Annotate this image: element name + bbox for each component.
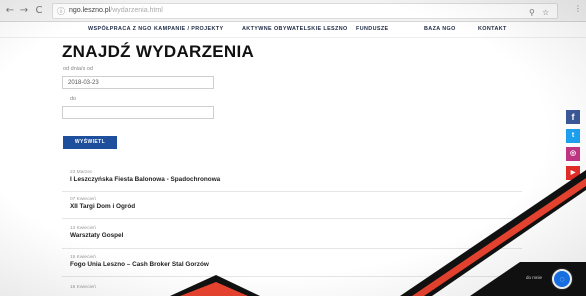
nav-item-kontakt[interactable]: KONTAKT [478, 26, 507, 32]
nav-item-kampanie[interactable]: KAMPANIE / PROJEKTY [154, 26, 224, 32]
browser-menu-icon[interactable]: ⋮ [574, 4, 582, 13]
divider [62, 248, 522, 249]
divider [62, 218, 522, 219]
event-title[interactable]: I Leszczyńska Fiesta Balonowa - Spadochr… [70, 176, 490, 183]
show-button[interactable]: WYŚWIETL [63, 136, 117, 149]
divider [62, 191, 522, 192]
twitter-icon[interactable]: t [566, 129, 580, 143]
event-item[interactable]: 15 Kwiecień [70, 285, 490, 290]
event-title[interactable]: XII Targi Dom i Ogród [70, 203, 490, 210]
event-date: 15 Kwiecień [70, 255, 96, 260]
reload-icon[interactable]: C [33, 5, 45, 17]
event-title[interactable]: Fogo Unia Leszno – Cash Broker Stal Gorz… [70, 261, 490, 268]
site-navigation: WSPÓŁPRACA Z NGO KAMPANIE / PROJEKTY AKT… [0, 22, 586, 38]
bookmark-star-icon[interactable]: ☆ [542, 8, 549, 17]
site-info-icon[interactable]: ⓘ [57, 6, 65, 17]
chat-label[interactable]: do mnie [526, 275, 542, 280]
event-date: 15 Kwiecień [70, 285, 96, 290]
date-from-label: od dnia/s od [63, 66, 93, 72]
instagram-icon[interactable]: ◎ [566, 147, 580, 161]
divider [62, 276, 522, 277]
date-to-field[interactable] [62, 106, 214, 119]
nav-item-wspolpraca[interactable]: WSPÓŁPRACA Z NGO [88, 26, 152, 32]
facebook-icon[interactable]: f [566, 110, 580, 124]
event-item[interactable]: 15 Kwiecień Fogo Unia Leszno – Cash Brok… [70, 255, 490, 268]
event-item[interactable]: 07 Kwiecień XII Targi Dom i Ogród [70, 197, 490, 210]
browser-toolbar: ← → C ⓘ ngo.leszno.pl/wydarzenia.html ⚲ … [0, 0, 586, 22]
youtube-icon[interactable]: ▶ [566, 166, 580, 180]
page-title: ZNAJDŹ WYDARZENIA [62, 42, 255, 61]
event-date: 23 Marzec [70, 170, 93, 175]
messenger-chat-icon[interactable]: ◌ [552, 269, 572, 289]
back-icon[interactable]: ← [4, 5, 16, 17]
zoom-icon[interactable]: ⚲ [529, 8, 535, 17]
url-domain: ngo.leszno.pl [69, 7, 111, 14]
event-date: 13 Kwiecień [70, 226, 96, 231]
date-to-label: do [70, 96, 77, 102]
event-item[interactable]: 13 Kwiecień Warsztaty Gospel [70, 226, 490, 239]
date-from-field[interactable]: 2018-03-23 [62, 76, 214, 89]
nav-item-aktywne-leszno[interactable]: AKTYWNE OBYWATELSKIE LESZNO [242, 26, 348, 32]
event-title[interactable]: Warsztaty Gospel [70, 232, 490, 239]
event-item[interactable]: 23 Marzec I Leszczyńska Fiesta Balonowa … [70, 170, 490, 183]
event-date: 07 Kwiecień [70, 197, 96, 202]
forward-icon[interactable]: → [18, 5, 30, 17]
nav-item-baza-ngo[interactable]: BAZA NGO [424, 26, 456, 32]
url-path: /wydarzenia.html [110, 7, 163, 14]
nav-item-fundusze[interactable]: FUNDUSZE [356, 26, 389, 32]
address-bar[interactable]: ⓘ ngo.leszno.pl/wydarzenia.html ⚲ ☆ [52, 3, 558, 19]
url-text[interactable]: ngo.leszno.pl/wydarzenia.html [69, 7, 163, 14]
